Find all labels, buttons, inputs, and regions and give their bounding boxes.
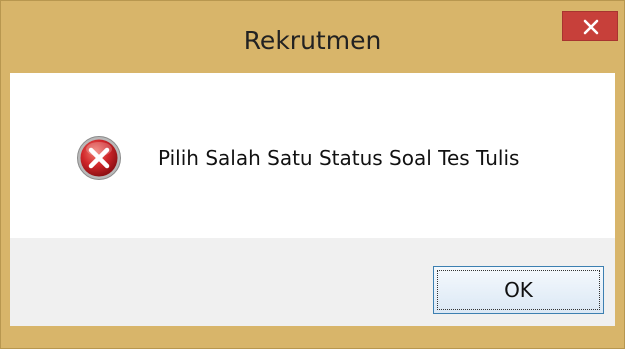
ok-button[interactable]: OK bbox=[433, 266, 604, 314]
title-bar[interactable]: Rekrutmen bbox=[1, 1, 624, 65]
ok-button-label: OK bbox=[504, 278, 533, 302]
dialog-window: Rekrutmen Pilih Salah Satu Status Soal T… bbox=[0, 0, 625, 349]
button-bar: OK bbox=[10, 238, 615, 326]
window-title: Rekrutmen bbox=[243, 26, 382, 55]
message-text: Pilih Salah Satu Status Soal Tes Tulis bbox=[158, 146, 520, 170]
dialog-body: Pilih Salah Satu Status Soal Tes Tulis O… bbox=[10, 73, 615, 326]
close-icon bbox=[583, 19, 599, 35]
message-area: Pilih Salah Satu Status Soal Tes Tulis bbox=[10, 73, 615, 238]
close-button[interactable] bbox=[562, 11, 618, 41]
error-icon bbox=[77, 136, 121, 180]
